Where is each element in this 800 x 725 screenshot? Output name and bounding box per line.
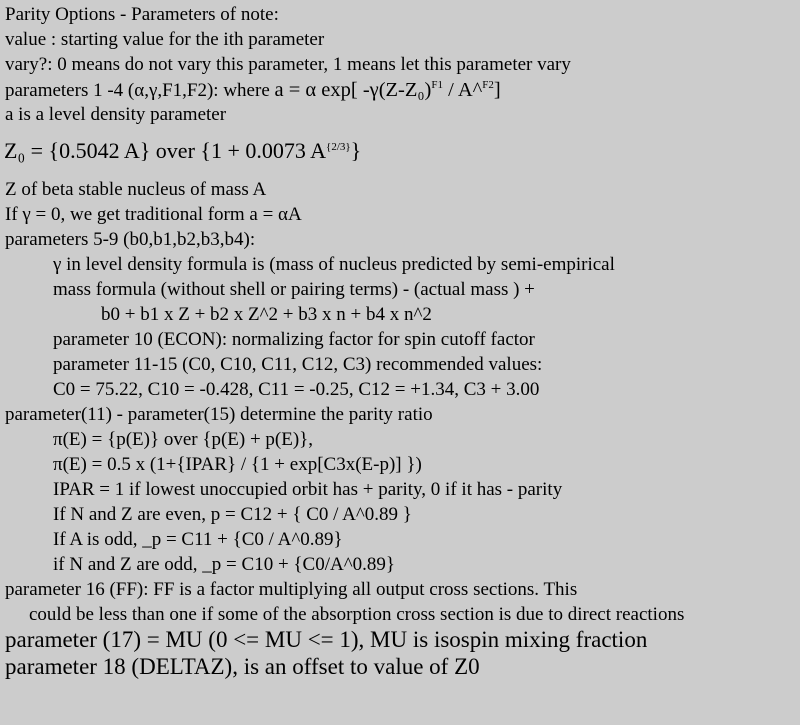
z0-formula-exponent: {2/3} [326, 141, 351, 153]
z0-formula-main: Z₀ = {0.5042 A} over {1 + 0.0073 A [4, 138, 327, 163]
formula-close: ] [493, 79, 501, 101]
value-description: value : starting value for the ith param… [5, 29, 325, 50]
parameters-1-4-label: parameters 1 -4 (α,γ,F1,F2): where [5, 80, 270, 101]
ipar-description: IPAR = 1 if lowest unoccupied orbit has … [53, 479, 563, 500]
even-case-formula: If N and Z are even, p = C12 + { C0 / A^… [53, 504, 412, 525]
z0-formula: Z₀ = {0.5042 A} over {1 + 0.0073 A{2/3}} [4, 140, 361, 162]
vary-description: vary?: 0 means do not vary this paramete… [5, 54, 571, 75]
formula-exp-f1: F1 [431, 79, 444, 91]
gamma-zero-note: If γ = 0, we get traditional form a = αA [5, 204, 302, 225]
z-description: Z of beta stable nucleus of mass A [5, 179, 267, 200]
parameter-16-line1: parameter 16 (FF): FF is a factor multip… [5, 579, 578, 600]
parameters-1-4-line: parameters 1 -4 (α,γ,F1,F2): where a = α… [5, 79, 501, 102]
odd-nz-formula: if N and Z are odd, _p = C10 + {C0/A^0.8… [53, 554, 395, 575]
parameters-11-15-description: parameter 11-15 (C0, C10, C11, C12, C3) … [53, 354, 543, 375]
formula-main: a = α exp[ -γ(Z-Z₀) [274, 79, 432, 101]
odd-a-formula: If A is odd, _p = C11 + {C0 / A^0.89} [53, 529, 343, 550]
level-density-note: a is a level density parameter [5, 104, 227, 125]
formula-exp-f2: F2 [482, 79, 494, 91]
recommended-values: C0 = 75.22, C10 = -0.428, C11 = -0.25, C… [53, 379, 540, 400]
pi-formula-2: π(E) = 0.5 x (1+{IPAR} / {1 + exp[C3x(E-… [53, 454, 422, 475]
parameter-18-description: parameter 18 (DELTAZ), is an offset to v… [5, 654, 480, 679]
gamma-definition-line2: mass formula (without shell or pairing t… [53, 279, 535, 300]
parameter-17-description: parameter (17) = MU (0 <= MU <= 1), MU i… [5, 627, 648, 652]
parameters-5-9-heading: parameters 5-9 (b0,b1,b2,b3,b4): [5, 229, 256, 250]
b-coefficients-formula: b0 + b1 x Z + b2 x Z^2 + b3 x n + b4 x n… [101, 304, 432, 325]
doc-heading: Parity Options - Parameters of note: [5, 4, 279, 25]
level-density-formula: a = α exp[ -γ(Z-Z₀)F1 / A^F2] [275, 79, 501, 101]
gamma-definition-line1: γ in level density formula is (mass of n… [53, 254, 615, 275]
parity-ratio-heading: parameter(11) - parameter(15) determine … [5, 404, 433, 425]
formula-denominator: / A^ [443, 79, 483, 101]
parameter-16-line2: could be less than one if some of the ab… [29, 604, 685, 625]
z0-formula-close: } [350, 138, 362, 163]
parity-options-document: Parity Options - Parameters of note: val… [0, 0, 800, 725]
pi-formula-1: π(E) = {p(E)} over {p(E) + p(E)}, [53, 429, 314, 450]
parameter-10-description: parameter 10 (ECON): normalizing factor … [53, 329, 535, 350]
